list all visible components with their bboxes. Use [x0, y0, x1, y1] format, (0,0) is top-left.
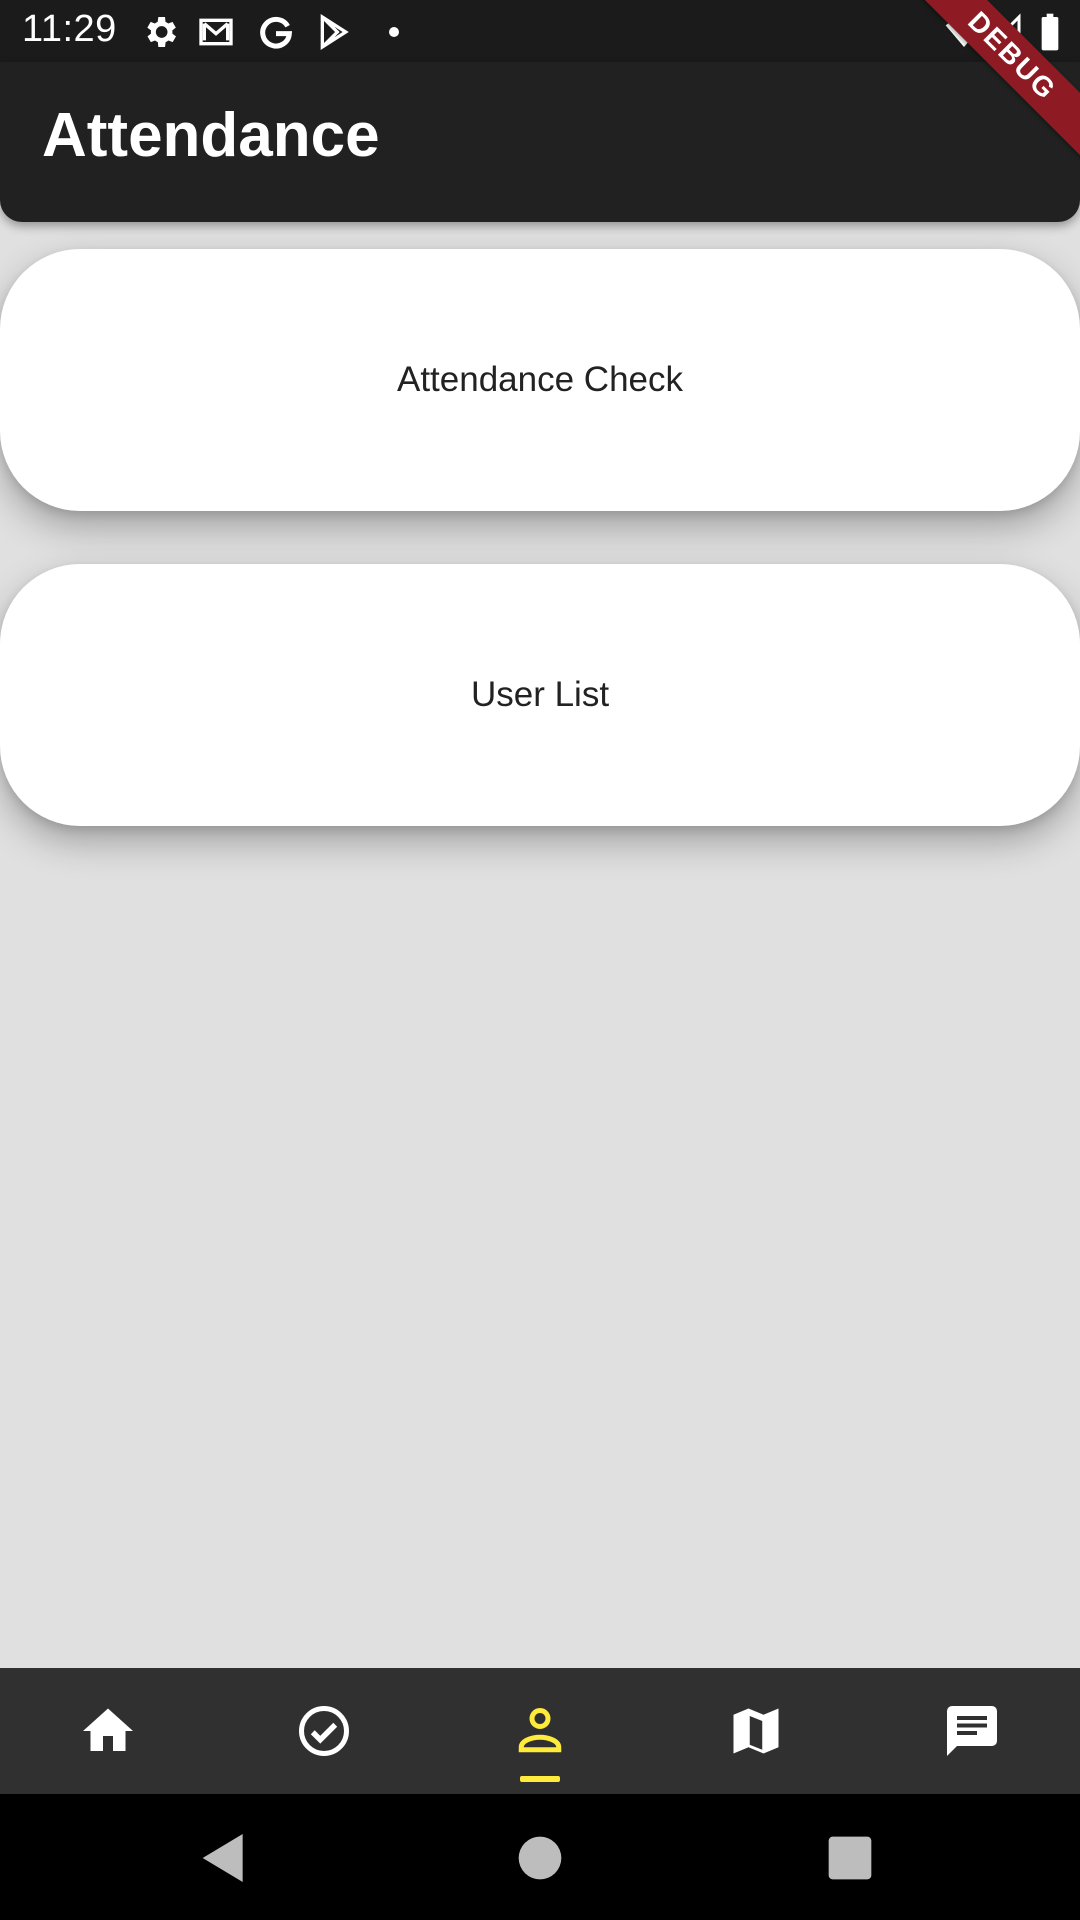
user-list-label: User List — [470, 675, 610, 714]
app-bar: Attendance — [0, 62, 1080, 222]
attendance-check-label: Attendance Check — [396, 360, 683, 399]
gear-icon — [147, 17, 176, 47]
dot-icon — [389, 27, 399, 37]
signal-icon — [986, 13, 1021, 49]
wifi-icon — [945, 19, 983, 47]
recents-icon[interactable] — [818, 1826, 882, 1890]
battery-icon — [1041, 13, 1059, 51]
page-title: Attendance — [42, 101, 380, 170]
person-icon — [518, 1707, 562, 1753]
home-icon — [83, 1708, 133, 1751]
nav-selected-indicator — [520, 1776, 560, 1782]
google-icon — [260, 16, 293, 49]
map-icon — [733, 1708, 779, 1754]
nav-item-map[interactable] — [648, 1668, 864, 1794]
nav-item-home[interactable] — [0, 1668, 216, 1794]
attendance-check-button[interactable]: Attendance Check — [0, 249, 1080, 511]
nav-item-chat[interactable] — [864, 1668, 1080, 1794]
nav-item-person[interactable] — [432, 1668, 648, 1794]
home-circle-icon[interactable] — [508, 1826, 572, 1890]
status-bar: 11:29 — [0, 0, 1080, 62]
user-list-button[interactable]: User List — [0, 564, 1080, 826]
check-circle-icon — [299, 1706, 349, 1756]
back-icon[interactable] — [192, 1826, 256, 1890]
chat-icon — [947, 1706, 997, 1756]
play-store-icon — [320, 13, 349, 51]
bottom-nav — [0, 1668, 1080, 1794]
status-time: 11:29 — [22, 8, 117, 50]
nav-item-check[interactable] — [216, 1668, 432, 1794]
system-nav-bar — [0, 1794, 1080, 1920]
gmail-icon — [199, 18, 233, 46]
